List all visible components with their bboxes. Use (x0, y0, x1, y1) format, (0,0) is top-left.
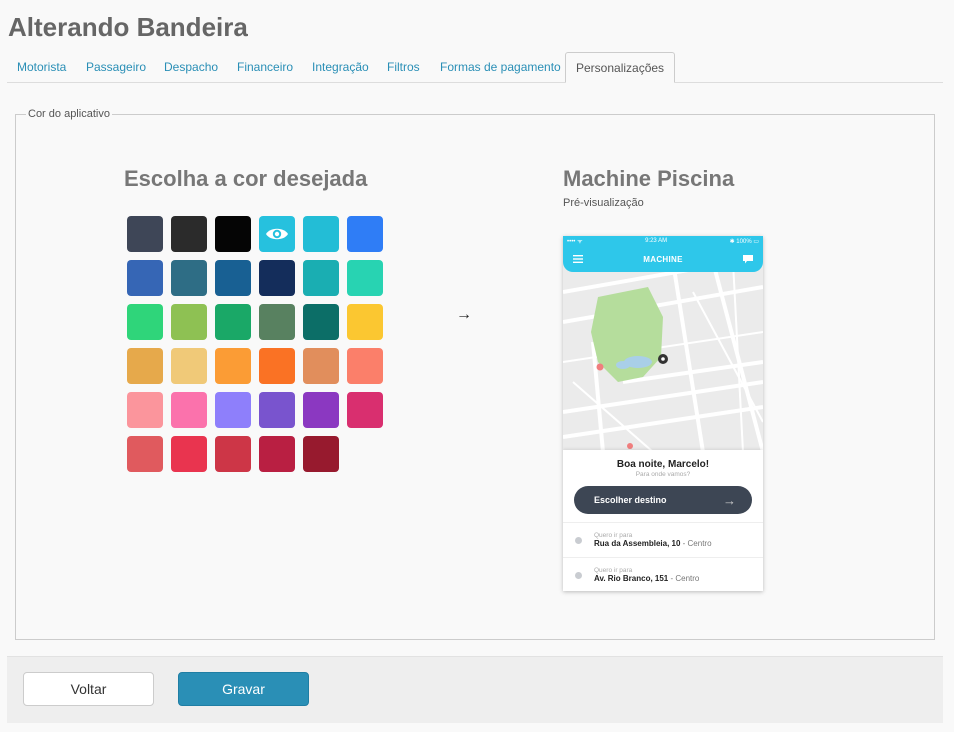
color-swatch-selected[interactable] (259, 216, 295, 252)
bottom-sheet: Boa noite, Marcelo! Para onde vamos? Esc… (563, 450, 763, 591)
color-swatch[interactable] (215, 348, 251, 384)
place-hint: Quero ir para (594, 532, 633, 539)
color-swatch[interactable] (171, 260, 207, 296)
color-swatch[interactable] (127, 304, 163, 340)
color-swatch[interactable] (171, 348, 207, 384)
app-brand: MACHINE (643, 254, 683, 264)
place-area: - Centro (668, 574, 700, 583)
color-swatch[interactable] (303, 348, 339, 384)
phone-status-bar: •••• ᯤ 9:23 AM ✱ 100% ▭ (563, 236, 763, 246)
clock-icon (575, 536, 582, 544)
color-swatch[interactable] (127, 348, 163, 384)
color-swatch[interactable] (215, 260, 251, 296)
save-button[interactable]: Gravar (178, 672, 309, 706)
clock-icon (575, 571, 582, 579)
greeting-subtitle: Para onde vamos? (635, 471, 691, 478)
color-swatch[interactable] (303, 436, 339, 472)
place-street: Av. Rio Branco, 151 (594, 574, 669, 583)
preview-subtitle: Pré-visualização (563, 197, 644, 209)
color-swatch[interactable] (215, 436, 251, 472)
recent-place-item[interactable]: Quero ir para Av. Rio Branco, 151 - Cent… (563, 557, 763, 591)
color-swatch[interactable] (171, 304, 207, 340)
color-swatch[interactable] (303, 260, 339, 296)
color-swatch[interactable] (259, 436, 295, 472)
place-hint: Quero ir para (594, 567, 633, 574)
tab-personalizacoes[interactable]: Personalizações (565, 52, 676, 83)
app-header: MACHINE (563, 246, 763, 272)
color-swatch[interactable] (215, 392, 251, 428)
status-time: 9:23 AM (645, 238, 668, 244)
color-swatch[interactable] (171, 392, 207, 428)
color-swatch[interactable] (127, 260, 163, 296)
color-swatch[interactable] (347, 304, 383, 340)
chat-icon (743, 254, 753, 263)
color-swatch[interactable] (215, 304, 251, 340)
tab-despacho[interactable]: Despacho (164, 52, 218, 82)
choose-destination-button[interactable]: Escolher destino → (574, 486, 752, 514)
color-swatch[interactable] (259, 304, 295, 340)
panel-legend: Cor do aplicativo (28, 108, 110, 120)
arrow-right-icon: → (456, 306, 472, 323)
color-swatch[interactable] (127, 436, 163, 472)
map-view (563, 262, 763, 452)
color-swatch-grid (127, 216, 383, 472)
tab-passageiro[interactable]: Passageiro (86, 52, 146, 82)
color-swatch[interactable] (303, 392, 339, 428)
color-swatch[interactable] (303, 304, 339, 340)
color-swatch[interactable] (171, 216, 207, 252)
color-swatch[interactable] (347, 260, 383, 296)
arrow-right-icon: → (723, 492, 736, 508)
color-swatch[interactable] (259, 392, 295, 428)
recent-place-item[interactable]: Quero ir para Rua da Assembleia, 10 - Ce… (563, 522, 763, 557)
tab-formas-de-pagamento[interactable]: Formas de pagamento (440, 52, 561, 82)
phone-preview: •••• ᯤ 9:23 AM ✱ 100% ▭ MACHINE Boa noit… (563, 236, 763, 591)
place-street: Rua da Assembleia, 10 (594, 539, 681, 548)
back-button[interactable]: Voltar (23, 672, 154, 706)
page-title: Alterando Bandeira (8, 12, 248, 42)
tab-integracao[interactable]: Integração (312, 52, 369, 82)
choose-destination-label: Escolher destino (594, 495, 667, 505)
tab-motorista[interactable]: Motorista (17, 52, 66, 82)
color-swatch[interactable] (347, 348, 383, 384)
tab-financeiro[interactable]: Financeiro (237, 52, 293, 82)
color-swatch[interactable] (347, 216, 383, 252)
color-swatch[interactable] (303, 216, 339, 252)
color-swatch[interactable] (171, 436, 207, 472)
hamburger-menu-icon (573, 255, 583, 263)
color-swatch[interactable] (127, 216, 163, 252)
color-swatch[interactable] (127, 392, 163, 428)
preview-title: Machine Piscina (563, 166, 735, 191)
place-area: - Centro (680, 539, 712, 548)
eye-icon (266, 228, 288, 240)
battery-icon: ✱ 100% ▭ (729, 238, 759, 245)
color-swatch[interactable] (259, 260, 295, 296)
tab-filtros[interactable]: Filtros (387, 52, 420, 82)
color-swatch[interactable] (259, 348, 295, 384)
signal-icon: •••• ᯤ (567, 239, 583, 245)
tab-bar: Motorista Passageiro Despacho Financeiro… (7, 52, 943, 83)
color-swatch[interactable] (347, 392, 383, 428)
greeting: Boa noite, Marcelo! (616, 459, 710, 470)
color-swatch[interactable] (215, 216, 251, 252)
choose-color-title: Escolha a cor desejada (124, 166, 368, 191)
